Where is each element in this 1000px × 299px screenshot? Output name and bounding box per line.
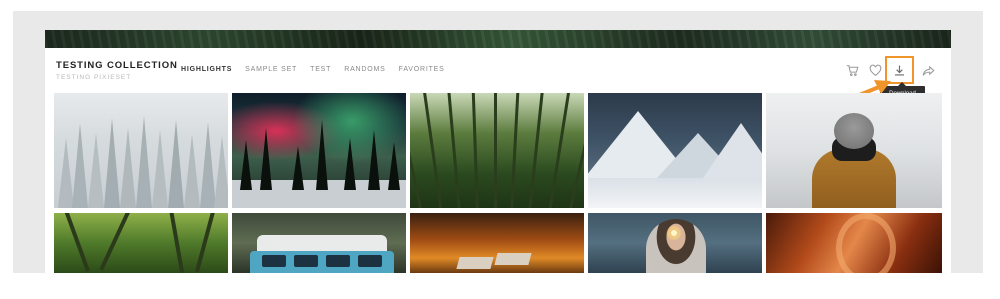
photo-tile[interactable] [54,213,228,273]
collection-title: TESTING COLLECTION [56,60,178,71]
photo-tile[interactable] [766,213,942,273]
photo-tile[interactable] [410,213,584,273]
cover-image [45,30,951,48]
photo-tile[interactable] [232,93,406,208]
photo-tile[interactable] [410,93,584,208]
share-icon [922,65,935,76]
heart-icon [869,64,881,76]
photo-tile[interactable] [54,93,228,208]
photo-tile[interactable] [766,93,942,208]
collection-subtitle: TESTING PIXIESET [56,74,132,81]
tab-randoms[interactable]: RANDOMS [344,66,385,73]
cart-button[interactable] [844,62,860,78]
tab-highlights[interactable]: HIGHLIGHTS [181,66,232,73]
favorite-button[interactable] [867,62,883,78]
collection-title-block: TESTING COLLECTION TESTING PIXIESET [56,60,178,81]
tab-favorites[interactable]: FAVORITES [399,66,445,73]
set-tabs: HIGHLIGHTS SAMPLE SET TEST RANDOMS FAVOR… [181,66,458,73]
download-icon [894,65,904,76]
cart-icon [846,64,858,76]
download-button[interactable] [891,62,907,78]
gallery-header: TESTING COLLECTION TESTING PIXIESET HIGH… [45,48,951,92]
gallery-app: TESTING COLLECTION TESTING PIXIESET HIGH… [45,30,951,273]
tab-sample-set[interactable]: SAMPLE SET [245,66,297,73]
photo-tile[interactable] [232,213,406,273]
photo-tile[interactable] [588,213,762,273]
tab-test[interactable]: TEST [310,66,331,73]
photo-tile[interactable] [588,93,762,208]
share-button[interactable] [920,62,936,78]
gallery-actions [842,56,942,84]
